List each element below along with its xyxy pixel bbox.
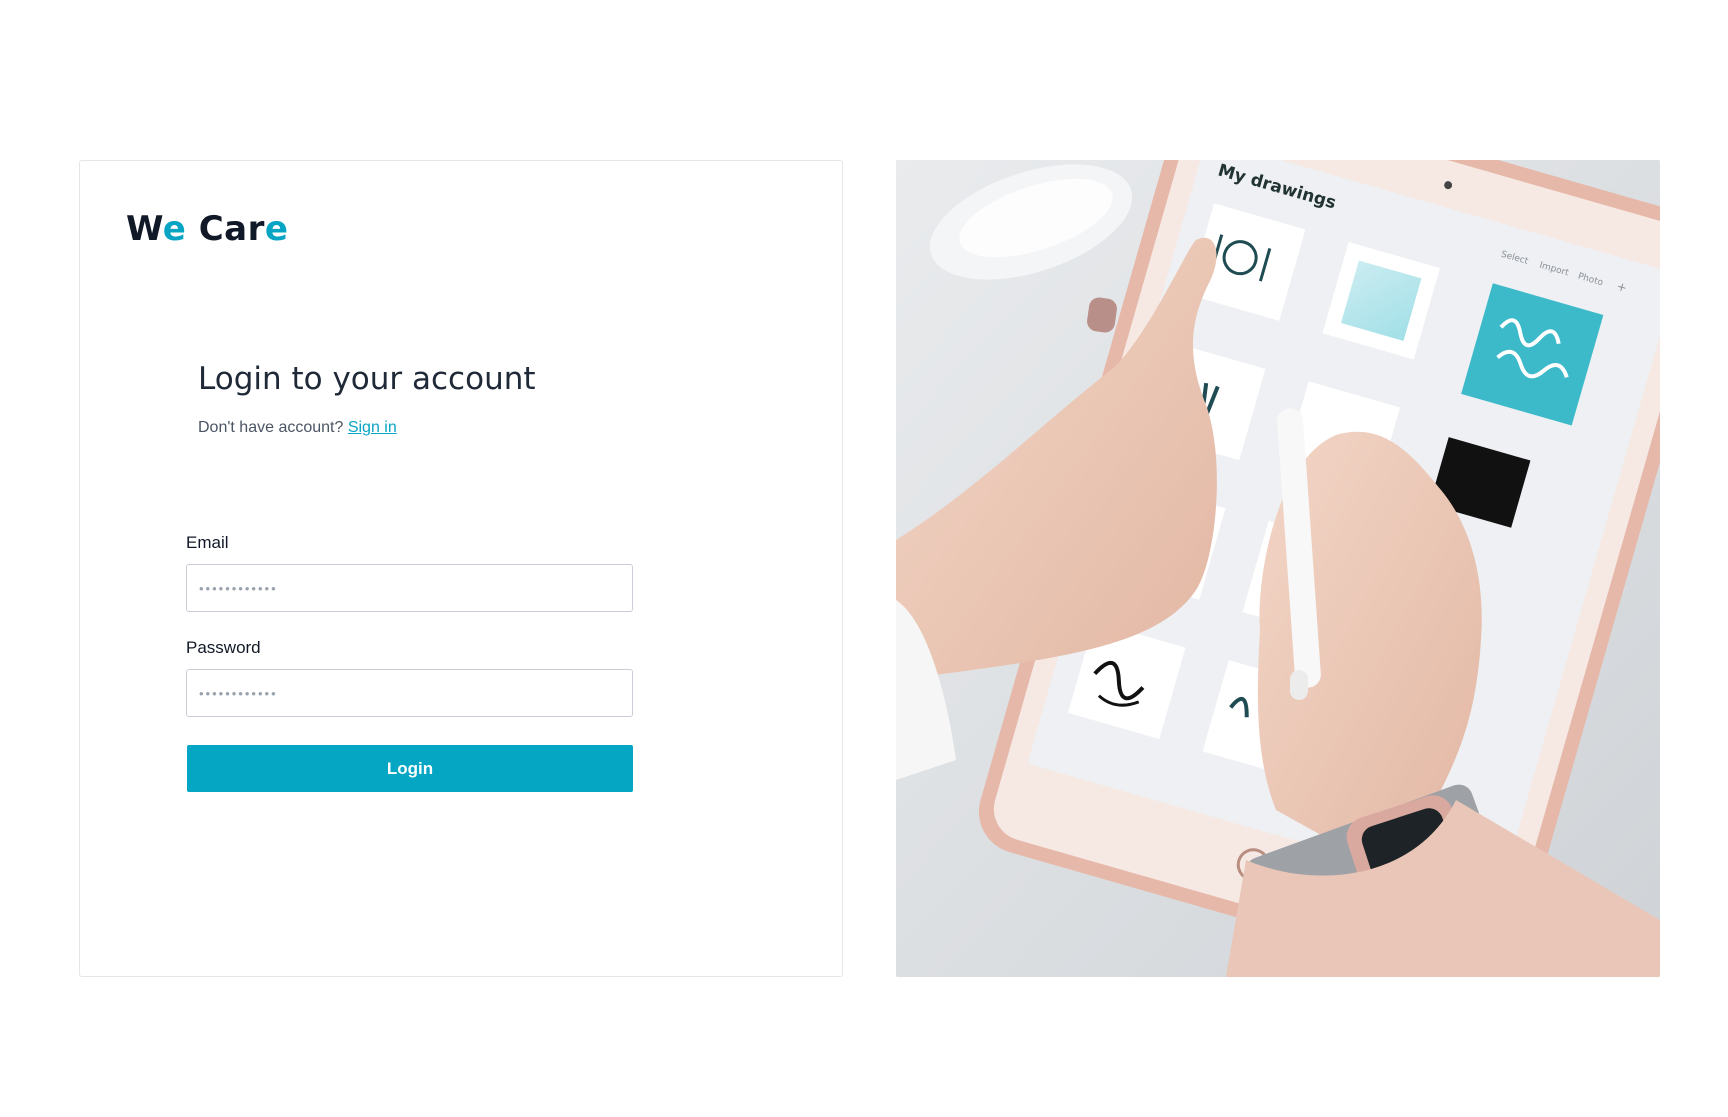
signup-prompt-text: Don't have account? bbox=[198, 419, 344, 436]
sign-in-link[interactable]: Sign in bbox=[348, 419, 397, 436]
email-field[interactable] bbox=[186, 564, 633, 612]
email-label: Email bbox=[186, 533, 229, 552]
signup-prompt: Don't have account? Sign in bbox=[198, 419, 397, 437]
page-title: Login to your account bbox=[198, 361, 536, 397]
password-field[interactable] bbox=[186, 669, 633, 717]
login-button[interactable]: Login bbox=[187, 745, 633, 792]
password-label: Password bbox=[186, 638, 261, 657]
brand-logo: We Care bbox=[126, 209, 289, 249]
tablet-drawing-illustration: My drawings Select Import Photo + bbox=[896, 160, 1660, 977]
hero-photo: My drawings Select Import Photo + bbox=[896, 160, 1660, 977]
login-card: We Care Login to your account Don't have… bbox=[79, 160, 843, 977]
